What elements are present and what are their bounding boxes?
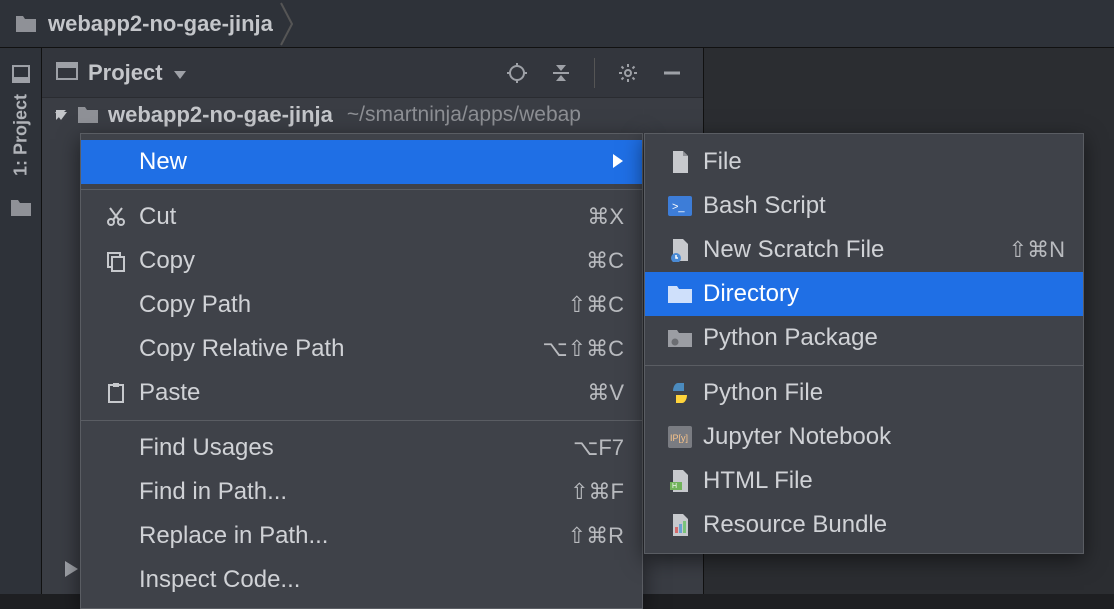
file-icon bbox=[663, 150, 697, 174]
menu-item-shortcut: ⇧⌘R bbox=[568, 523, 624, 549]
menu-item-label: Python File bbox=[703, 379, 823, 407]
breadcrumb-chevron-icon bbox=[273, 1, 301, 47]
html-icon: H bbox=[663, 469, 697, 493]
package-icon bbox=[663, 328, 697, 348]
menu-item-label: Copy bbox=[139, 247, 195, 275]
menu-item-shortcut: ⇧⌘F bbox=[570, 479, 624, 505]
menu-item-shortcut: ⌥F7 bbox=[573, 435, 624, 461]
menu-item-label: Inspect Code... bbox=[139, 566, 300, 594]
menu-item-label: HTML File bbox=[703, 467, 813, 495]
menu-divider bbox=[81, 420, 642, 421]
new_submenu-item-python-file[interactable]: Python File bbox=[645, 371, 1083, 415]
project-root-path: ~/smartninja/apps/webap bbox=[347, 103, 581, 127]
menu-item-label: Cut bbox=[139, 203, 176, 231]
context_menu-item-cut[interactable]: Cut ⌘X bbox=[81, 195, 642, 239]
breadcrumb-bar: webapp2-no-gae-jinja bbox=[0, 0, 1114, 48]
new_submenu-item-file[interactable]: File bbox=[645, 140, 1083, 184]
new_submenu-item-new-scratch-file[interactable]: New Scratch File ⇧⌘N bbox=[645, 228, 1083, 272]
project-root-label: webapp2-no-gae-jinja bbox=[108, 102, 333, 128]
svg-text:H: H bbox=[672, 483, 677, 490]
new_submenu-item-directory[interactable]: Directory bbox=[645, 272, 1083, 316]
menu-item-label: Python Package bbox=[703, 324, 878, 352]
folder-rail-icon[interactable] bbox=[9, 196, 33, 220]
paste-icon bbox=[99, 382, 133, 404]
bundle-icon bbox=[663, 513, 697, 537]
context_menu-item-replace-in-path-[interactable]: Replace in Path... ⇧⌘R bbox=[81, 514, 642, 558]
collapse-icon[interactable] bbox=[544, 56, 578, 90]
context_menu-item-copy[interactable]: Copy ⌘C bbox=[81, 239, 642, 283]
folder-icon bbox=[14, 14, 38, 34]
scratch-icon bbox=[663, 238, 697, 262]
dropdown-chevron-icon bbox=[173, 60, 187, 86]
cut-icon bbox=[99, 206, 133, 228]
project-tab-icon bbox=[9, 62, 33, 86]
menu-item-label: Paste bbox=[139, 379, 200, 407]
folder-icon bbox=[663, 284, 697, 304]
project-root-row[interactable]: webapp2-no-gae-jinja ~/smartninja/apps/w… bbox=[42, 98, 703, 128]
context_menu-item-copy-path[interactable]: Copy Path ⇧⌘C bbox=[81, 283, 642, 327]
breadcrumb-item[interactable]: webapp2-no-gae-jinja bbox=[14, 11, 273, 37]
bash-icon: >_ bbox=[663, 196, 697, 216]
menu-item-label: Bash Script bbox=[703, 192, 826, 220]
menu-item-label: New bbox=[139, 148, 187, 176]
menu-item-label: File bbox=[703, 148, 742, 176]
new-submenu[interactable]: File >_ Bash Script New Scratch File ⇧⌘N Dire… bbox=[644, 133, 1084, 554]
project-tab-label: 1: Project bbox=[10, 94, 31, 176]
new_submenu-item-resource-bundle[interactable]: Resource Bundle bbox=[645, 503, 1083, 547]
menu-item-shortcut: ⇧⌘N bbox=[1009, 237, 1065, 263]
menu-divider bbox=[81, 189, 642, 190]
context_menu-item-find-usages[interactable]: Find Usages ⌥F7 bbox=[81, 426, 642, 470]
context_menu-item-new[interactable]: New bbox=[81, 140, 642, 184]
window-icon bbox=[56, 60, 78, 86]
toolbar-separator bbox=[594, 58, 595, 88]
menu-item-shortcut: ⌘C bbox=[586, 248, 624, 274]
new_submenu-item-jupyter-notebook[interactable]: IP[y] Jupyter Notebook bbox=[645, 415, 1083, 459]
menu-item-label: Resource Bundle bbox=[703, 511, 887, 539]
tool-window-title[interactable]: Project bbox=[56, 60, 187, 86]
menu-item-label: Replace in Path... bbox=[139, 522, 328, 550]
context_menu-item-find-in-path-[interactable]: Find in Path... ⇧⌘F bbox=[81, 470, 642, 514]
menu-item-label: Directory bbox=[703, 280, 799, 308]
menu-item-shortcut: ⌥⇧⌘C bbox=[542, 336, 624, 362]
left-tool-rail: 1: Project bbox=[0, 48, 42, 594]
menu-item-shortcut: ⇧⌘C bbox=[568, 292, 624, 318]
gear-icon[interactable] bbox=[611, 56, 645, 90]
folder-icon bbox=[76, 105, 100, 125]
new_submenu-item-bash-script[interactable]: >_ Bash Script bbox=[645, 184, 1083, 228]
tool-title-label: Project bbox=[88, 60, 163, 86]
context_menu-item-paste[interactable]: Paste ⌘V bbox=[81, 371, 642, 415]
svg-text:>_: >_ bbox=[672, 201, 685, 213]
project-tab[interactable]: 1: Project bbox=[9, 62, 33, 176]
menu-item-label: Find in Path... bbox=[139, 478, 287, 506]
menu-divider bbox=[645, 365, 1083, 366]
new_submenu-item-python-package[interactable]: Python Package bbox=[645, 316, 1083, 360]
locate-icon[interactable] bbox=[500, 56, 534, 90]
svg-text:IP[y]: IP[y] bbox=[670, 433, 688, 443]
menu-item-label: Copy Relative Path bbox=[139, 335, 344, 363]
minimize-icon[interactable] bbox=[655, 56, 689, 90]
context_menu-item-copy-relative-path[interactable]: Copy Relative Path ⌥⇧⌘C bbox=[81, 327, 642, 371]
breadcrumb-label: webapp2-no-gae-jinja bbox=[48, 11, 273, 37]
copy-icon bbox=[99, 250, 133, 272]
python-icon bbox=[663, 382, 697, 404]
menu-item-label: Copy Path bbox=[139, 291, 251, 319]
menu-item-label: Find Usages bbox=[139, 434, 274, 462]
menu-item-label: New Scratch File bbox=[703, 236, 884, 264]
submenu-arrow-icon bbox=[612, 148, 624, 176]
context-menu[interactable]: New Cut ⌘X Copy ⌘C Copy Path ⇧⌘C Copy Relative … bbox=[80, 133, 643, 609]
tool-window-header: Project bbox=[42, 48, 703, 98]
expand-arrow-icon[interactable] bbox=[54, 102, 68, 128]
jupyter-icon: IP[y] bbox=[663, 426, 697, 448]
menu-item-shortcut: ⌘V bbox=[587, 380, 624, 406]
menu-item-label: Jupyter Notebook bbox=[703, 423, 891, 451]
context_menu-item-inspect-code-[interactable]: Inspect Code... bbox=[81, 558, 642, 602]
menu-item-shortcut: ⌘X bbox=[587, 204, 624, 230]
new_submenu-item-html-file[interactable]: H HTML File bbox=[645, 459, 1083, 503]
